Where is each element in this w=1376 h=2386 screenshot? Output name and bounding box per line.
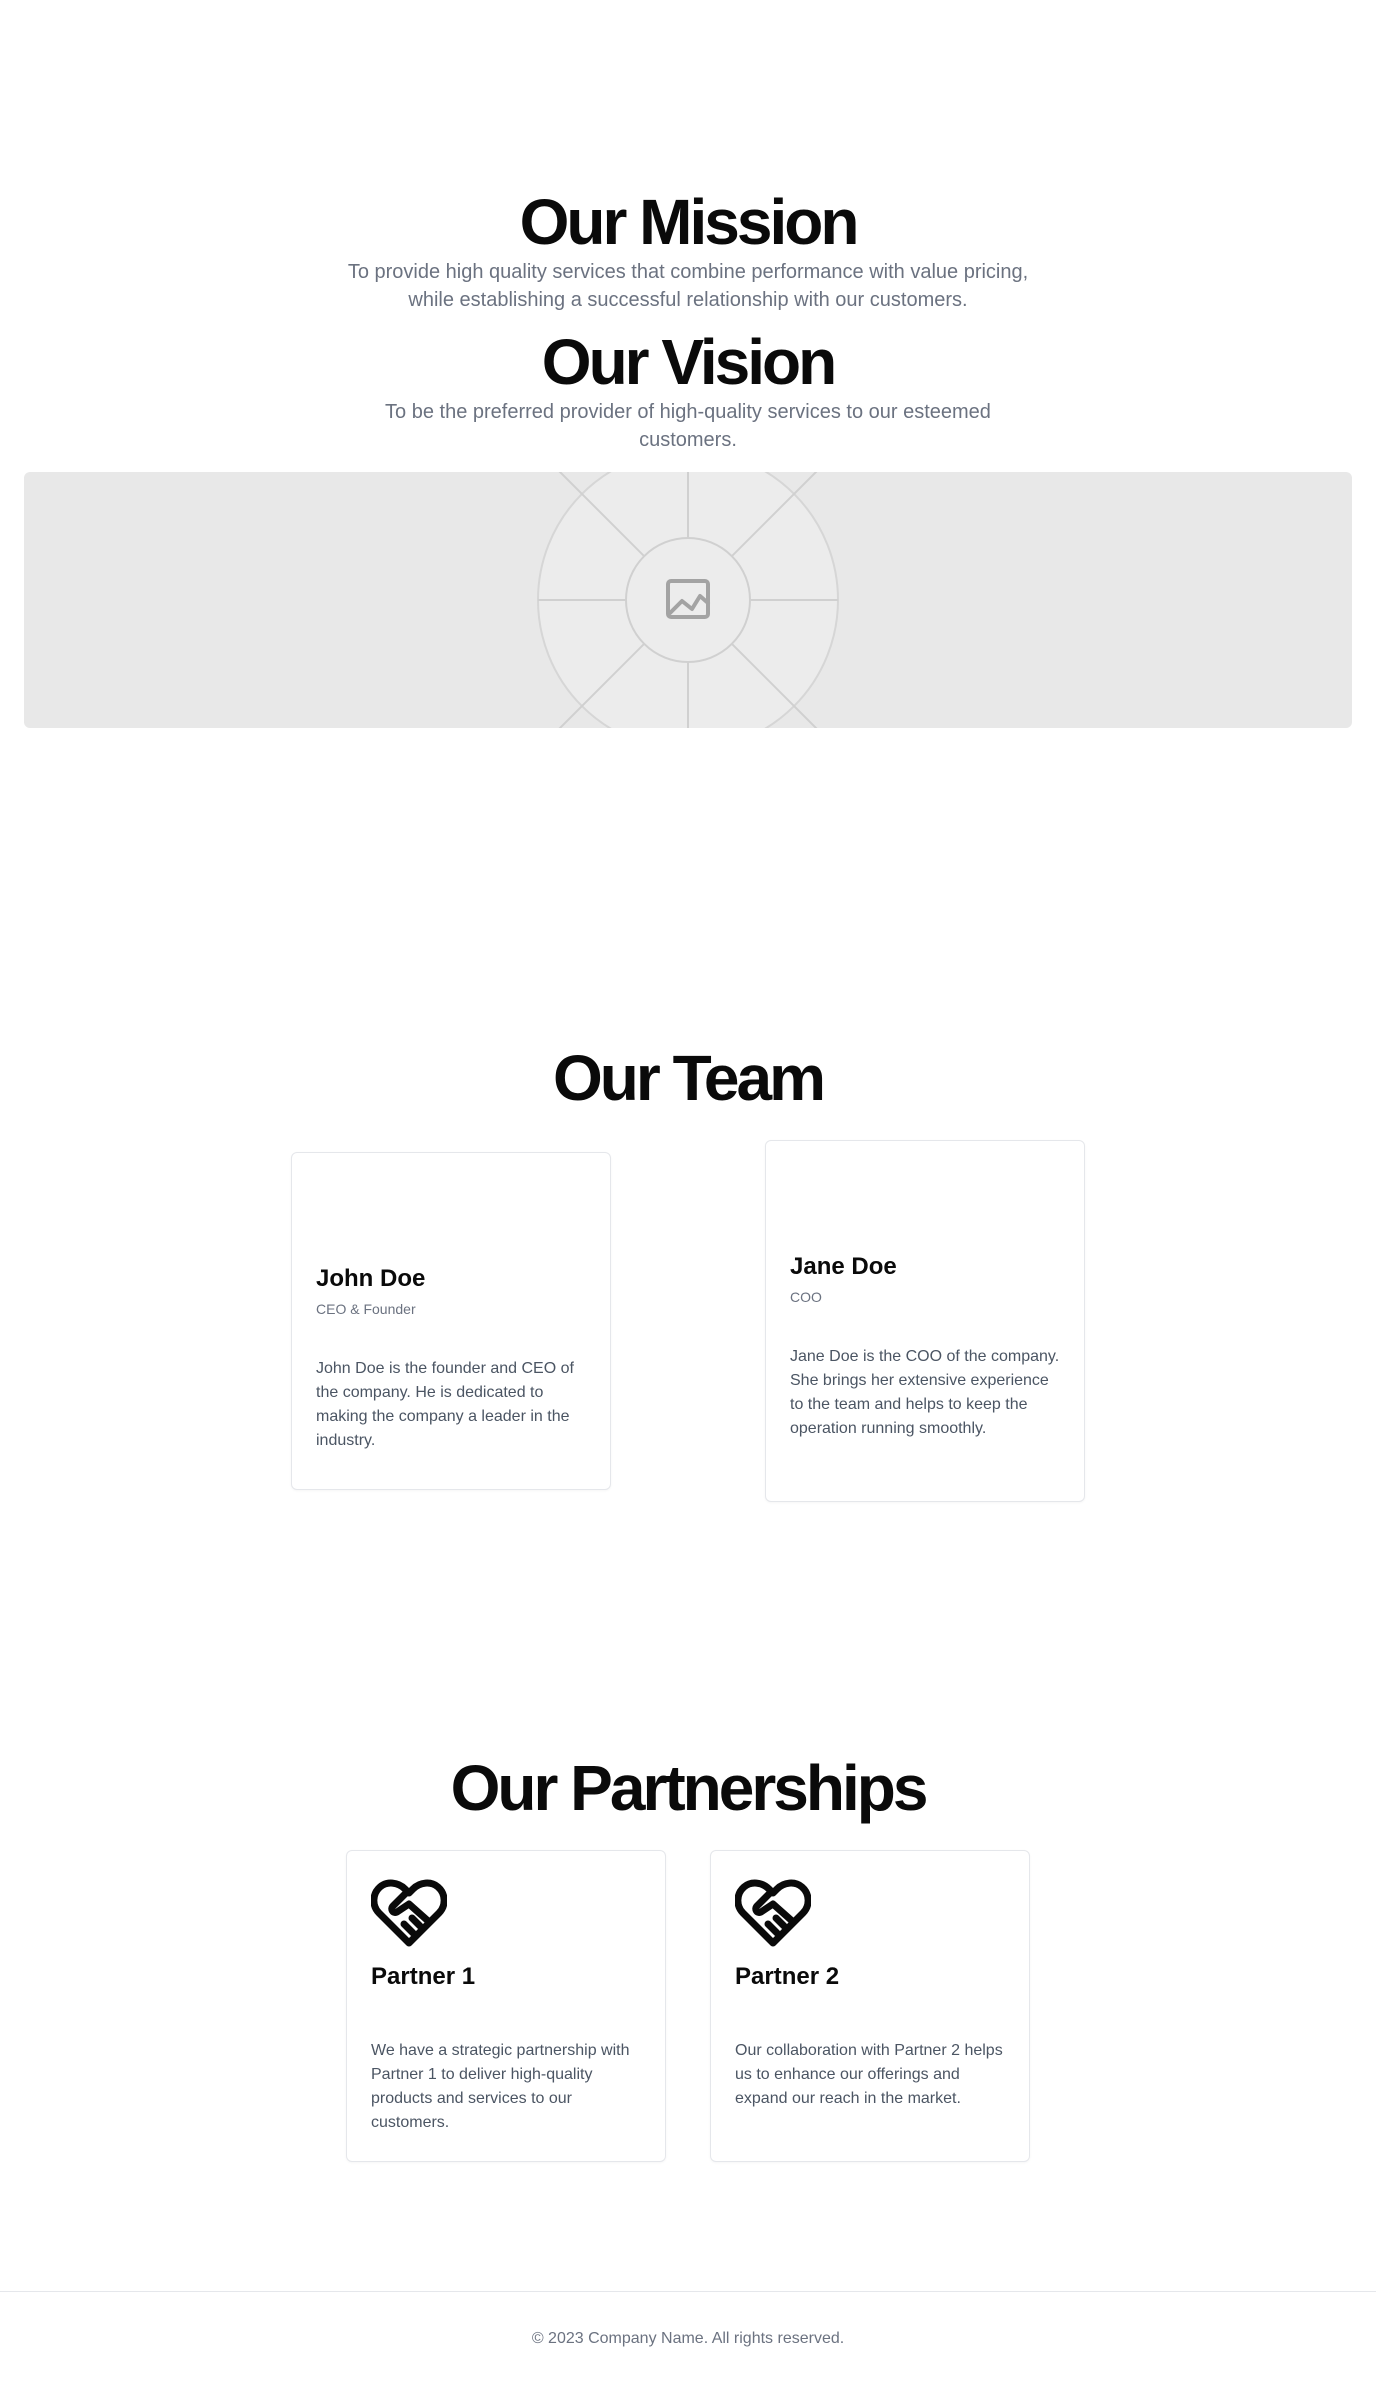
mission-text: To provide high quality services that co… [347, 261, 1029, 311]
team-card-john-doe: John Doe CEO & Founder John Doe is the f… [291, 1152, 611, 1490]
member-name: Jane Doe [790, 1253, 897, 1280]
footer-copyright: © 2023 Company Name. All rights reserved… [531, 2330, 845, 2347]
member-bio: Jane Doe is the COO of the company. She … [790, 1348, 1060, 1437]
hero-image-placeholder [24, 472, 1352, 728]
vision-title: Our Vision [541, 326, 837, 398]
partner-name: Partner 1 [371, 1963, 476, 1990]
team-photo-area [316, 1153, 586, 1263]
partner-icon-wrap [735, 1851, 1005, 1951]
mission-title: Our Mission [519, 186, 860, 258]
vision-text: To be the preferred provider of high-qua… [385, 401, 991, 451]
footer-divider [0, 2291, 1376, 2292]
partner-card-1: Partner 1 We have a strategic partnershi… [346, 1850, 666, 2162]
partner-icon-wrap [371, 1851, 641, 1951]
partner-name: Partner 2 [735, 1963, 840, 1990]
member-role: COO [790, 1289, 822, 1305]
partner-card-2: Partner 2 Our collaboration with Partner… [710, 1850, 1030, 2162]
team-title: Our Team [553, 1042, 826, 1114]
partner-text: We have a strategic partnership with Par… [371, 2042, 630, 2131]
partner-text: Our collaboration with Partner 2 helps u… [735, 2042, 1003, 2107]
handshake-heart-icon [735, 1879, 811, 1947]
placeholder-graphic [464, 472, 912, 728]
team-photo-area [790, 1141, 1060, 1251]
handshake-heart-icon [371, 1879, 447, 1947]
partnerships-title: Our Partnerships [450, 1752, 929, 1824]
member-name: John Doe [316, 1265, 426, 1292]
mission-section: Our Mission To provide high quality serv… [0, 186, 1376, 314]
member-bio: John Doe is the founder and CEO of the c… [316, 1360, 574, 1449]
member-role: CEO & Founder [316, 1301, 416, 1317]
vision-section: Our Vision To be the preferred provider … [0, 326, 1376, 454]
page: Our Mission To provide high quality serv… [0, 0, 1376, 2386]
team-card-jane-doe: Jane Doe COO Jane Doe is the COO of the … [765, 1140, 1085, 1502]
